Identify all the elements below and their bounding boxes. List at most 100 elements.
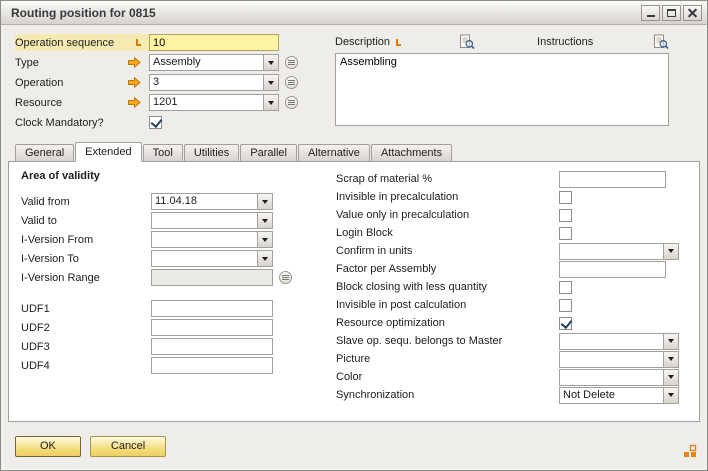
valid-to-value [152, 213, 257, 228]
tab-tool[interactable]: Tool [143, 144, 183, 162]
routing-position-window: Routing position for 0815 Operation sequ… [0, 0, 708, 471]
ok-button[interactable]: OK [15, 436, 81, 457]
iversion-to-value [152, 251, 257, 266]
valid-from-dropdown-button[interactable] [257, 194, 272, 209]
slave-master-value [560, 334, 663, 349]
value-only-precalculation-row: Value only in precalculation [336, 206, 679, 224]
choose-from-list-icon[interactable] [285, 76, 298, 89]
link-arrow-icon[interactable] [128, 97, 141, 108]
factor-per-assembly-input[interactable] [559, 261, 666, 278]
color-dropdown-button[interactable] [663, 370, 678, 385]
iversion-range-label: I-Version Range [21, 272, 151, 284]
udf3-input[interactable] [151, 338, 273, 355]
clock-mandatory-checkbox[interactable] [149, 116, 162, 129]
udf1-input[interactable] [151, 300, 273, 317]
slave-master-label: Slave op. sequ. belongs to Master [336, 335, 559, 347]
type-row: Type Assembly [15, 53, 315, 72]
scrap-input[interactable] [559, 171, 666, 188]
choose-from-list-icon[interactable] [285, 96, 298, 109]
block-closing-checkbox[interactable] [559, 281, 572, 294]
udf4-input[interactable] [151, 357, 273, 374]
resource-optimization-checkbox[interactable] [559, 317, 572, 330]
tab-alternative[interactable]: Alternative [298, 144, 370, 162]
confirm-in-units-value [560, 244, 663, 259]
operation-sequence-input[interactable] [149, 34, 279, 51]
close-button[interactable] [683, 5, 702, 21]
tab-attachments[interactable]: Attachments [371, 144, 452, 162]
udf2-input[interactable] [151, 319, 273, 336]
udf4-row: UDF4 [21, 356, 336, 375]
resource-label: Resource [15, 97, 62, 109]
valid-to-label: Valid to [21, 215, 151, 227]
operation-label: Operation [15, 77, 63, 89]
type-combo[interactable]: Assembly [149, 54, 279, 71]
udf3-label: UDF3 [21, 341, 151, 353]
resize-grip-icon[interactable] [683, 444, 697, 461]
login-block-checkbox[interactable] [559, 227, 572, 240]
valid-from-combo[interactable]: 11.04.18 [151, 193, 273, 210]
tab-general[interactable]: General [15, 144, 74, 162]
iversion-from-value [152, 232, 257, 247]
area-of-validity-group: Area of validity Valid from 11.04.18 Val… [21, 170, 336, 421]
operation-dropdown-button[interactable] [263, 75, 278, 90]
iversion-to-dropdown-button[interactable] [257, 251, 272, 266]
minimize-button[interactable] [641, 5, 660, 21]
slave-master-combo[interactable] [559, 333, 679, 350]
value-only-precalculation-checkbox[interactable] [559, 209, 572, 222]
color-label: Color [336, 371, 559, 383]
picture-label: Picture [336, 353, 559, 365]
invisible-post-calculation-checkbox[interactable] [559, 299, 572, 312]
link-arrow-icon[interactable] [128, 77, 141, 88]
operation-sequence-label-zone: Operation sequence [15, 34, 149, 51]
instructions-text-editor-icon[interactable] [653, 34, 669, 50]
type-dropdown-button[interactable] [263, 55, 278, 70]
confirm-in-units-combo[interactable] [559, 243, 679, 260]
scrap-row: Scrap of material % [336, 170, 679, 188]
scrap-label: Scrap of material % [336, 173, 559, 185]
choose-from-list-icon[interactable] [285, 56, 298, 69]
iversion-to-row: I-Version To [21, 249, 336, 268]
iversion-from-row: I-Version From [21, 230, 336, 249]
maximize-button[interactable] [662, 5, 681, 21]
resource-dropdown-button[interactable] [263, 95, 278, 110]
confirm-in-units-dropdown-button[interactable] [663, 244, 678, 259]
block-closing-row: Block closing with less quantity [336, 278, 679, 296]
choose-from-list-icon[interactable] [279, 271, 292, 284]
iversion-to-combo[interactable] [151, 250, 273, 267]
tab-parallel[interactable]: Parallel [240, 144, 297, 162]
type-value: Assembly [150, 55, 263, 70]
header-fields: Operation sequence Type Assembly [15, 33, 315, 133]
link-arrow-icon[interactable] [128, 57, 141, 68]
picture-combo[interactable] [559, 351, 679, 368]
resource-combo[interactable]: 1201 [149, 94, 279, 111]
iversion-from-dropdown-button[interactable] [257, 232, 272, 247]
invisible-precalculation-checkbox[interactable] [559, 191, 572, 204]
invisible-post-calculation-label: Invisible in post calculation [336, 299, 559, 311]
slave-master-dropdown-button[interactable] [663, 334, 678, 349]
udf3-row: UDF3 [21, 337, 336, 356]
tab-extended[interactable]: Extended [75, 142, 141, 162]
invisible-precalculation-row: Invisible in precalculation [336, 188, 679, 206]
valid-to-dropdown-button[interactable] [257, 213, 272, 228]
titlebar[interactable]: Routing position for 0815 [1, 1, 707, 25]
picture-dropdown-button[interactable] [663, 352, 678, 367]
description-textarea[interactable]: Assembling [335, 53, 669, 126]
synchronization-combo[interactable]: Not Delete [559, 387, 679, 404]
synchronization-label: Synchronization [336, 389, 559, 401]
picture-row: Picture [336, 350, 679, 368]
iversion-range-input[interactable] [151, 269, 273, 286]
iversion-from-combo[interactable] [151, 231, 273, 248]
iversion-to-label: I-Version To [21, 253, 151, 265]
confirm-in-units-row: Confirm in units [336, 242, 679, 260]
synchronization-dropdown-button[interactable] [663, 388, 678, 403]
tab-utilities[interactable]: Utilities [184, 144, 239, 162]
udf4-label: UDF4 [21, 360, 151, 372]
picture-value [560, 352, 663, 367]
color-combo[interactable] [559, 369, 679, 386]
valid-to-combo[interactable] [151, 212, 273, 229]
resource-optimization-row: Resource optimization [336, 314, 679, 332]
operation-combo[interactable]: 3 [149, 74, 279, 91]
type-label: Type [15, 57, 39, 69]
cancel-button[interactable]: Cancel [90, 436, 166, 457]
description-text-editor-icon[interactable] [459, 34, 475, 50]
